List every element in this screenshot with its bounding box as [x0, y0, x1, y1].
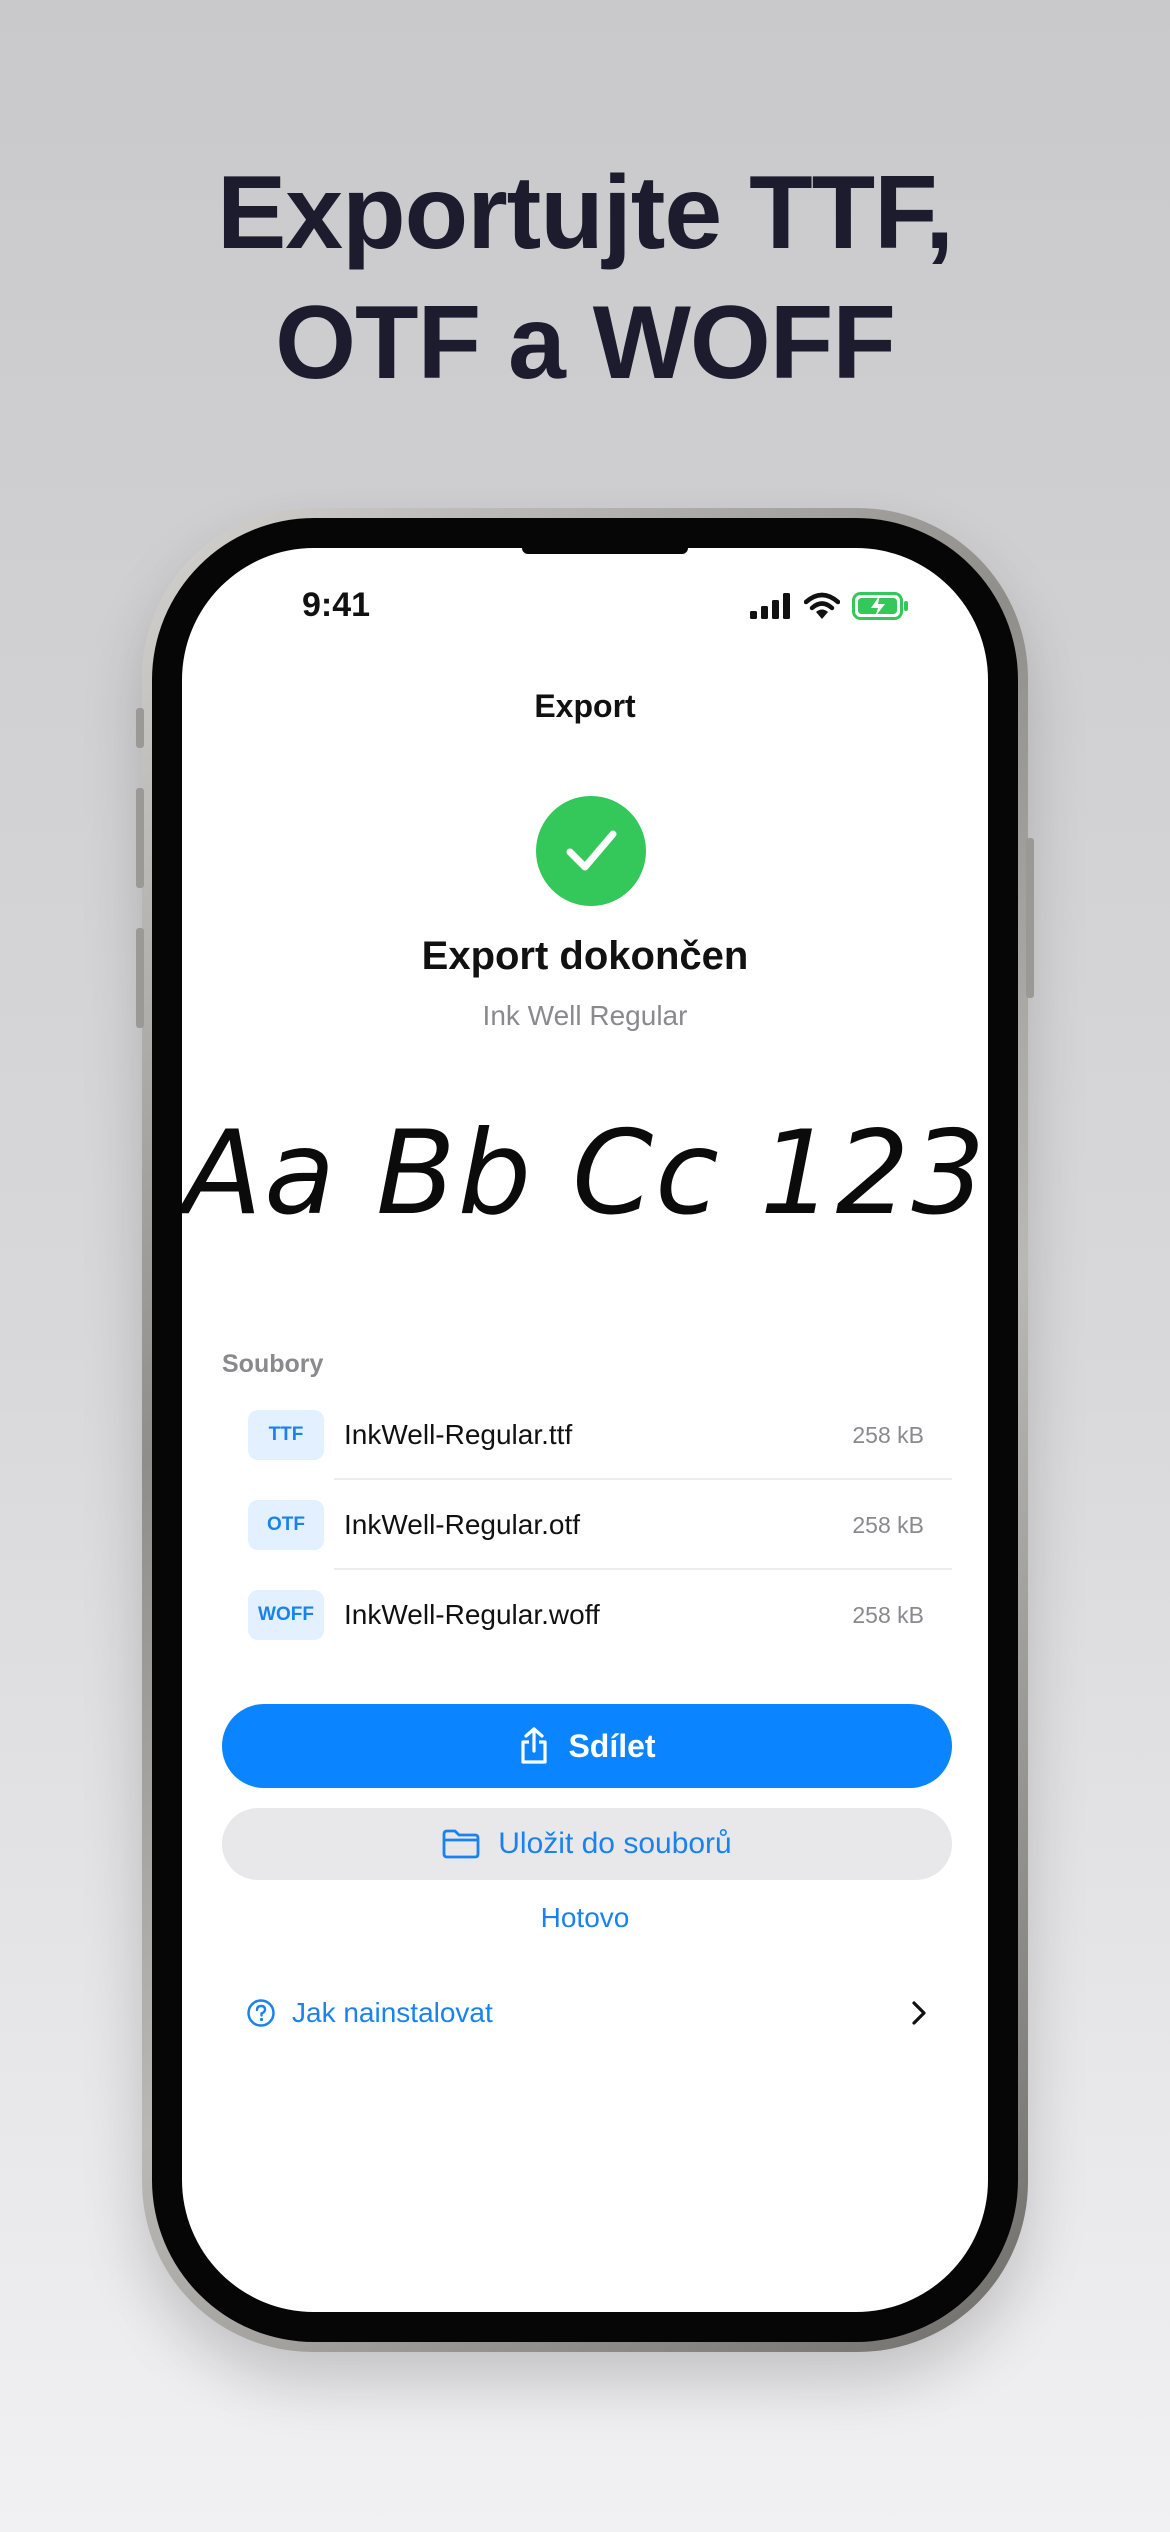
battery-charging-icon: [852, 592, 908, 620]
font-preview-sample: Aa Bb Cc 123: [182, 1106, 988, 1241]
file-size: 258 kB: [852, 1421, 924, 1448]
headline-line-2: OTF a WOFF: [275, 285, 896, 401]
file-name: InkWell-Regular.ttf: [344, 1419, 573, 1450]
file-row-woff[interactable]: WOFF InkWell-Regular.woff 258 kB: [222, 1570, 952, 1660]
phone-bezel: 9:41 Export Export dokončen Ink Well Reg…: [152, 518, 1018, 2342]
action-button: [136, 708, 144, 748]
share-button-label: Sdílet: [568, 1727, 656, 1764]
file-row-ttf[interactable]: TTF InkWell-Regular.ttf 258 kB: [222, 1390, 952, 1480]
status-time: 9:41: [302, 586, 371, 624]
headline-line-1: Exportujte TTF,: [216, 155, 954, 271]
files-section-label: Soubory: [222, 1350, 324, 1378]
file-size: 258 kB: [852, 1601, 924, 1628]
how-to-install-label: Jak nainstalovat: [292, 1997, 493, 2028]
folder-icon: [442, 1829, 480, 1859]
checkmark-icon: [536, 796, 646, 906]
nav-title: Export: [534, 688, 636, 724]
side-button: [1026, 838, 1034, 998]
wifi-icon: [804, 592, 840, 619]
question-circle-icon: [247, 1999, 275, 2027]
file-row-otf[interactable]: OTF InkWell-Regular.otf 258 kB: [222, 1480, 952, 1570]
font-name-label: Ink Well Regular: [482, 1000, 688, 1031]
how-to-install-row[interactable]: Jak nainstalovat: [246, 1988, 928, 2038]
chevron-right-icon: [912, 2001, 926, 2025]
format-badge-woff: WOFF: [248, 1590, 324, 1640]
cellular-signal-icon: [750, 593, 790, 619]
file-size: 258 kB: [852, 1511, 924, 1538]
file-list: TTF InkWell-Regular.ttf 258 kB OTF InkWe…: [222, 1390, 952, 1660]
marketing-headline: Exportujte TTF, OTF a WOFF: [0, 148, 1170, 408]
phone-frame: 9:41 Export Export dokončen Ink Well Reg…: [136, 508, 1034, 2352]
export-status-title: Export dokončen: [421, 934, 749, 978]
save-button-label: Uložit do souborů: [498, 1827, 732, 1860]
volume-down-button: [136, 928, 144, 1028]
file-name: InkWell-Regular.woff: [344, 1599, 600, 1630]
share-button[interactable]: Sdílet: [222, 1704, 952, 1788]
done-button[interactable]: Hotovo: [182, 1902, 988, 1934]
app-screen: 9:41 Export Export dokončen Ink Well Reg…: [182, 548, 988, 2312]
save-to-files-button[interactable]: Uložit do souborů: [222, 1808, 952, 1880]
share-icon: [521, 1727, 548, 1764]
format-badge-otf: OTF: [248, 1500, 324, 1550]
format-badge-ttf: TTF: [248, 1410, 324, 1460]
status-icons: [750, 592, 910, 620]
volume-up-button: [136, 788, 144, 888]
file-name: InkWell-Regular.otf: [344, 1509, 581, 1540]
speaker-notch: [522, 548, 688, 554]
